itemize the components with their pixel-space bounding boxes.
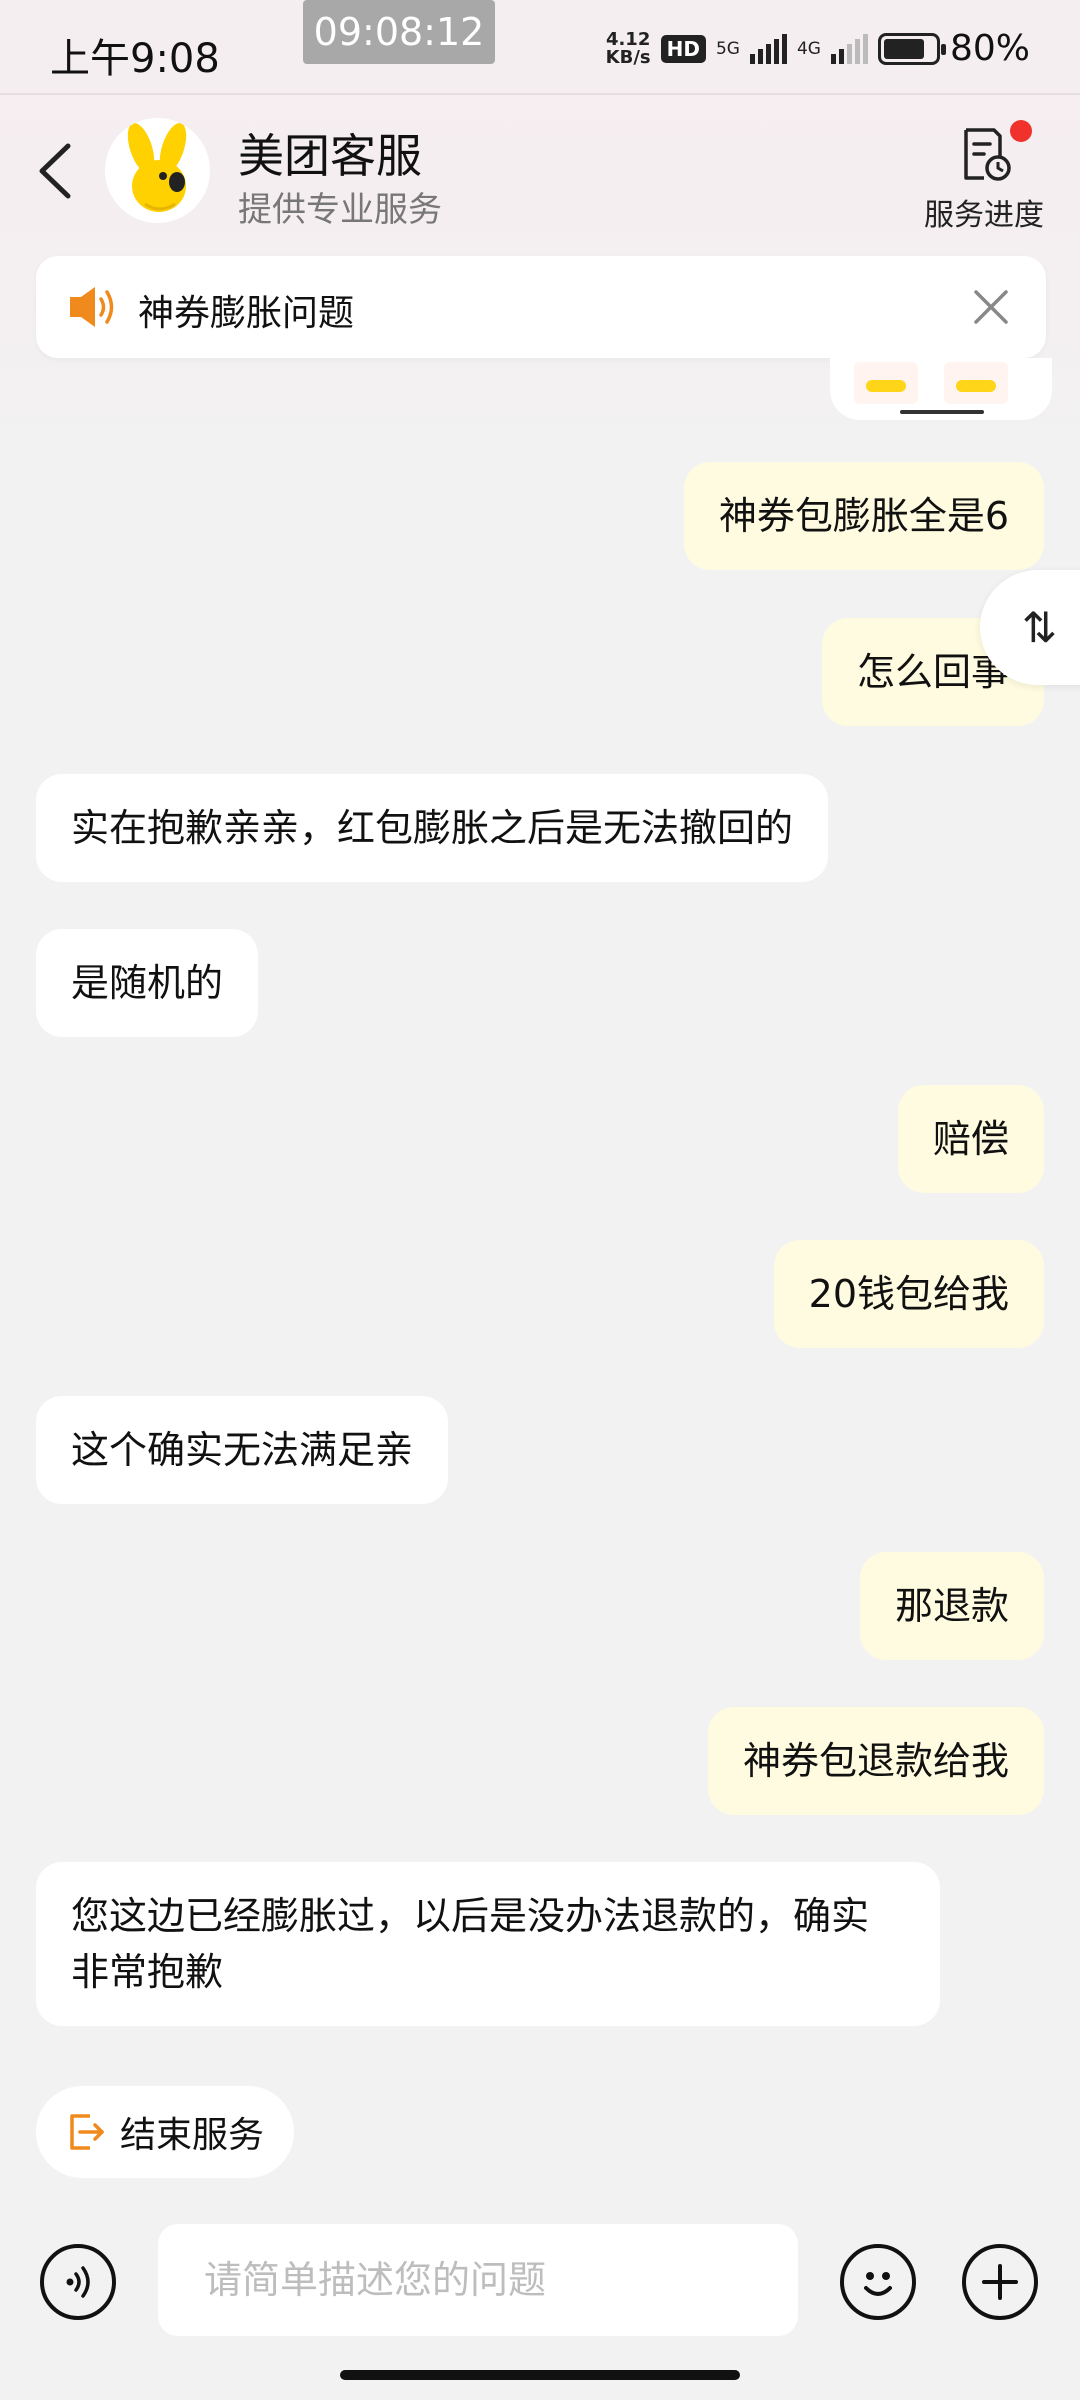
exit-icon bbox=[70, 2114, 104, 2150]
voice-icon bbox=[66, 2266, 90, 2298]
message-input[interactable] bbox=[158, 2224, 798, 2336]
hd-voice-icon: HD bbox=[660, 34, 706, 63]
message-bubble-incoming[interactable]: 是随机的 bbox=[36, 929, 259, 1037]
network-4g-label: 4G bbox=[796, 38, 821, 59]
more-options-button[interactable] bbox=[962, 2244, 1038, 2320]
coupon-card-preview[interactable] bbox=[830, 358, 1052, 420]
battery-fill bbox=[883, 38, 924, 59]
battery-icon bbox=[877, 32, 946, 65]
signal-4g-icon bbox=[830, 33, 868, 64]
plus-icon bbox=[982, 2264, 1018, 2300]
status-icons: 4.12 KB/s HD 5G 4G 80% bbox=[606, 28, 1030, 69]
message-bubble-outgoing[interactable]: 神券包退款给我 bbox=[707, 1707, 1044, 1815]
message-bubble-outgoing[interactable]: 20钱包给我 bbox=[773, 1240, 1044, 1348]
status-time: 上午9:08 bbox=[50, 36, 220, 82]
kangaroo-mascot-icon bbox=[105, 118, 209, 222]
service-progress-label: 服务进度 bbox=[924, 198, 1044, 233]
message-bubble-incoming[interactable]: 您这边已经膨胀过，以后是没办法退款的，确实非常抱歉 bbox=[36, 1862, 940, 2026]
coupon-thumbnail bbox=[854, 362, 918, 404]
notification-dot bbox=[1010, 120, 1032, 142]
topic-notice-bar[interactable]: 神券膨胀问题 bbox=[36, 256, 1046, 358]
end-service-label: 结束服务 bbox=[120, 2115, 265, 2156]
home-indicator[interactable] bbox=[340, 2370, 740, 2380]
voice-input-button[interactable] bbox=[40, 2244, 116, 2320]
avatar[interactable] bbox=[105, 118, 210, 223]
chat-header: 美团客服 提供专业服务 服务进度 bbox=[0, 96, 1080, 246]
page-title: 美团客服 bbox=[238, 129, 422, 183]
emoji-button[interactable] bbox=[840, 2244, 916, 2320]
battery-percent: 80% bbox=[949, 28, 1030, 69]
network-5g-label: 5G bbox=[715, 38, 740, 59]
coupon-thumbnail bbox=[944, 362, 1008, 404]
message-bubble-incoming[interactable]: 实在抱歉亲亲，红包膨胀之后是无法撤回的 bbox=[36, 774, 829, 882]
end-service-button[interactable]: 结束服务 bbox=[36, 2086, 294, 2178]
message-bubble-outgoing[interactable]: 神券包膨胀全是6 bbox=[683, 462, 1044, 570]
speaker-icon bbox=[70, 287, 114, 327]
service-progress-button[interactable]: 服务进度 bbox=[924, 120, 1044, 234]
signal-5g-icon bbox=[749, 33, 787, 64]
notice-text: 神券膨胀问题 bbox=[138, 293, 355, 334]
emoji-icon bbox=[864, 2272, 892, 2296]
message-bubble-outgoing[interactable]: 那退款 bbox=[859, 1552, 1044, 1660]
clock-overlay: 09:08:12 bbox=[303, 0, 495, 64]
close-icon[interactable] bbox=[972, 288, 1010, 326]
document-clock-icon bbox=[964, 128, 1011, 181]
back-button[interactable] bbox=[30, 136, 80, 206]
card-indicator bbox=[900, 410, 984, 414]
swap-vertical-icon: ⇅ bbox=[1022, 603, 1058, 652]
message-bubble-outgoing[interactable]: 赔偿 bbox=[897, 1085, 1044, 1193]
network-speed: 4.12 KB/s bbox=[605, 28, 651, 68]
message-bubble-incoming[interactable]: 这个确实无法满足亲 bbox=[36, 1396, 449, 1504]
network-speed-unit: KB/s bbox=[605, 46, 651, 68]
status-bar: 上午9:08 09:08:12 4.12 KB/s HD 5G 4G 80% bbox=[0, 0, 1080, 95]
page-subtitle: 提供专业服务 bbox=[238, 190, 442, 230]
network-speed-value: 4.12 bbox=[605, 28, 651, 50]
chevron-left-icon bbox=[39, 143, 71, 199]
